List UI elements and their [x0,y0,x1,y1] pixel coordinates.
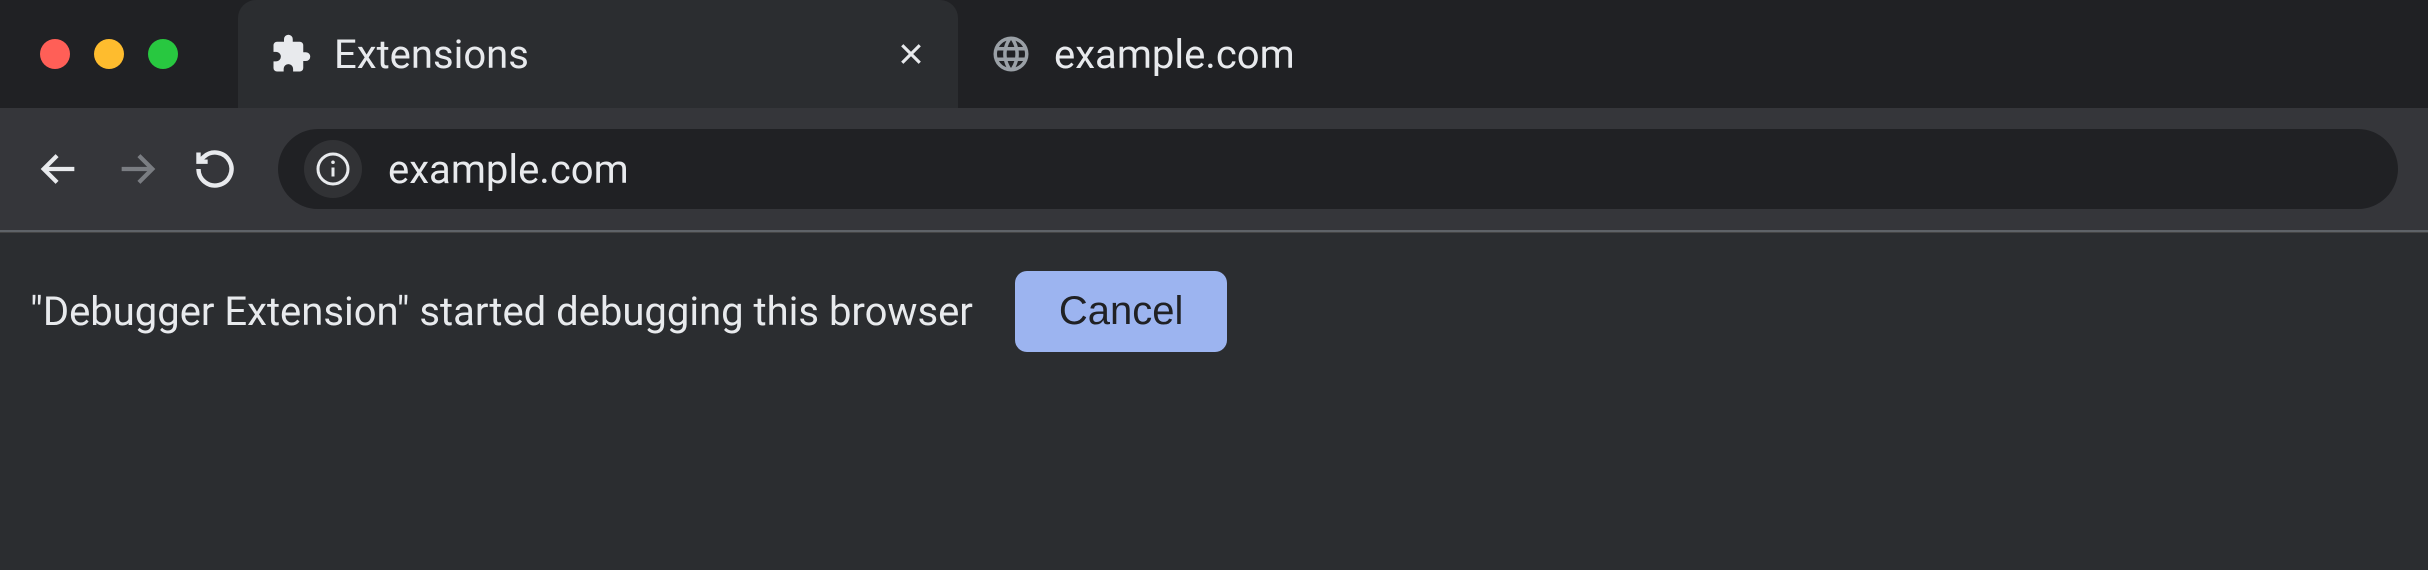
site-info-button[interactable] [304,140,362,198]
debugger-infobar: "Debugger Extension" started debugging t… [0,232,2428,390]
url-text: example.com [388,146,629,193]
arrow-right-icon [114,146,160,192]
window-close-button[interactable] [40,39,70,69]
tab-example-com[interactable]: example.com [958,0,1678,108]
infobar-message: "Debugger Extension" started debugging t… [30,288,973,335]
window-maximize-button[interactable] [148,39,178,69]
reload-button[interactable] [186,140,244,198]
window-controls [0,39,238,69]
info-icon [315,151,351,187]
tab-title: example.com [1054,31,1295,78]
tab-title: Extensions [334,31,529,78]
back-button[interactable] [30,140,88,198]
arrow-left-icon [36,146,82,192]
close-icon [896,39,926,69]
address-bar[interactable]: example.com [278,129,2398,209]
cancel-button[interactable]: Cancel [1015,271,1228,352]
close-tab-button[interactable] [896,39,926,69]
window-minimize-button[interactable] [94,39,124,69]
tab-bar: Extensions example.com [0,0,2428,108]
extension-icon [270,33,312,75]
tab-extensions[interactable]: Extensions [238,0,958,108]
forward-button[interactable] [108,140,166,198]
toolbar: example.com [0,108,2428,232]
reload-icon [193,147,237,191]
globe-icon [990,33,1032,75]
